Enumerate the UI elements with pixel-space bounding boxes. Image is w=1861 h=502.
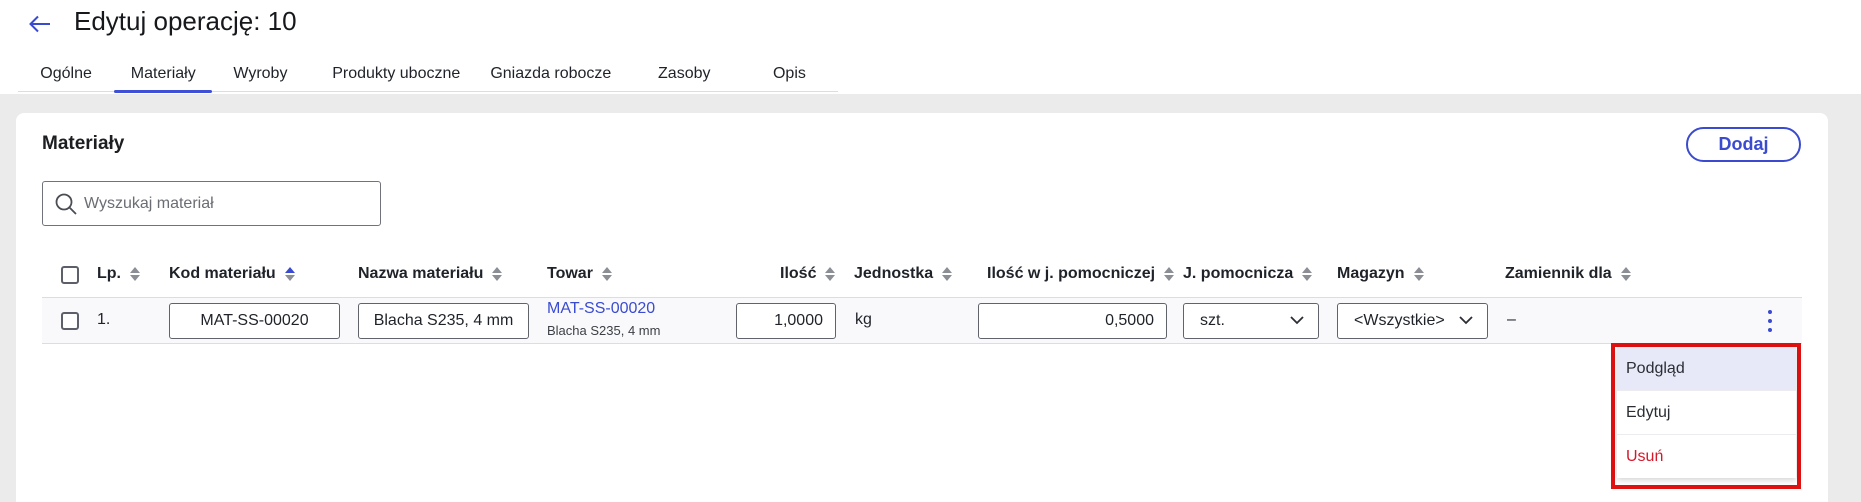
- search-icon: [55, 193, 77, 215]
- sort-icon: [1302, 267, 1313, 281]
- menu-item-usun[interactable]: Usuń: [1617, 435, 1796, 479]
- search-box: [42, 181, 381, 226]
- column-header-label: Ilość w j. pomocniczej: [987, 265, 1156, 282]
- column-header-label: Jednostka: [854, 265, 934, 282]
- add-button[interactable]: Dodaj: [1686, 127, 1801, 162]
- column-header-label: Kod materiału: [169, 265, 276, 282]
- search-input[interactable]: [84, 194, 354, 213]
- warehouse-value: <Wszystkie>: [1354, 312, 1445, 329]
- column-header-towar[interactable]: Towar: [547, 265, 612, 283]
- column-header-magazyn[interactable]: Magazyn: [1337, 265, 1424, 283]
- sort-icon: [130, 267, 140, 281]
- column-header-label: Towar: [547, 265, 593, 282]
- sort-icon: [1413, 267, 1424, 281]
- tab-zasoby[interactable]: Zasoby: [636, 56, 733, 92]
- sort-asc-icon: [284, 267, 295, 281]
- unit-text: kg: [855, 311, 872, 328]
- column-header-label: J. pomocnicza: [1183, 265, 1294, 282]
- tab-ogolne[interactable]: Ogólne: [18, 56, 114, 92]
- row-divider: [42, 343, 1802, 344]
- row-checkbox[interactable]: [61, 312, 79, 330]
- tab-produkty-uboczne[interactable]: Produkty uboczne: [319, 56, 474, 92]
- column-header-label: Lp.: [97, 265, 121, 282]
- context-menu: Podgląd Edytuj Usuń: [1617, 347, 1796, 478]
- column-header-label: Magazyn: [1337, 265, 1405, 282]
- tab-materialy[interactable]: Materiały: [114, 56, 213, 93]
- column-header-ilosc[interactable]: Ilość: [780, 265, 836, 283]
- aux-unit-value: szt.: [1200, 312, 1225, 329]
- tab-gniazda-robocze[interactable]: Gniazda robocze: [478, 56, 624, 92]
- row-lp: 1.: [97, 311, 111, 328]
- sort-icon: [492, 267, 503, 281]
- sort-icon: [825, 267, 836, 281]
- column-header-nazwa[interactable]: Nazwa materiału: [358, 265, 503, 283]
- aux-quantity-input[interactable]: 0,5000: [978, 303, 1167, 339]
- tab-wyroby[interactable]: Wyroby: [212, 56, 308, 92]
- material-name-input[interactable]: Blacha S235, 4 mm: [358, 303, 529, 339]
- substitute-for-text: –: [1507, 311, 1516, 328]
- menu-item-edytuj[interactable]: Edytuj: [1617, 391, 1796, 435]
- tab-opis[interactable]: Opis: [741, 56, 838, 92]
- page-title: Edytuj operację: 10: [74, 6, 297, 36]
- column-header-kod[interactable]: Kod materiału: [169, 265, 295, 283]
- section-title: Materiały: [42, 133, 125, 154]
- arrow-left-icon: [29, 15, 50, 33]
- column-header-ilosc-pom[interactable]: Ilość w j. pomocniczej: [987, 265, 1175, 283]
- aux-unit-select[interactable]: szt.: [1183, 303, 1319, 339]
- column-header-label: Zamiennik dla: [1505, 265, 1612, 282]
- warehouse-select[interactable]: <Wszystkie>: [1337, 303, 1488, 339]
- column-header-zamiennik[interactable]: Zamiennik dla: [1505, 265, 1631, 283]
- tab-bar: Ogólne Materiały Wyroby Produkty uboczne…: [18, 56, 838, 93]
- product-link[interactable]: MAT-SS-00020: [547, 300, 655, 318]
- sort-icon: [1164, 267, 1175, 281]
- menu-item-podglad[interactable]: Podgląd: [1617, 347, 1796, 391]
- column-header-label: Ilość: [780, 265, 817, 282]
- column-header-lp[interactable]: Lp.: [97, 265, 140, 283]
- back-button[interactable]: [24, 8, 56, 40]
- select-all-checkbox[interactable]: [61, 266, 79, 284]
- column-header-j-pom[interactable]: J. pomocnicza: [1183, 265, 1313, 283]
- chevron-down-icon: [1459, 316, 1473, 325]
- material-code-input[interactable]: MAT-SS-00020: [169, 303, 340, 339]
- column-header-label: Nazwa materiału: [358, 265, 484, 282]
- chevron-down-icon: [1290, 316, 1304, 325]
- column-header-jednostka[interactable]: Jednostka: [854, 265, 953, 283]
- sort-icon: [1620, 267, 1631, 281]
- quantity-input[interactable]: 1,0000: [736, 303, 836, 339]
- product-name: Blacha S235, 4 mm: [547, 323, 661, 338]
- sort-icon: [942, 267, 953, 281]
- sort-icon: [601, 267, 612, 281]
- more-options-icon[interactable]: [1762, 308, 1778, 334]
